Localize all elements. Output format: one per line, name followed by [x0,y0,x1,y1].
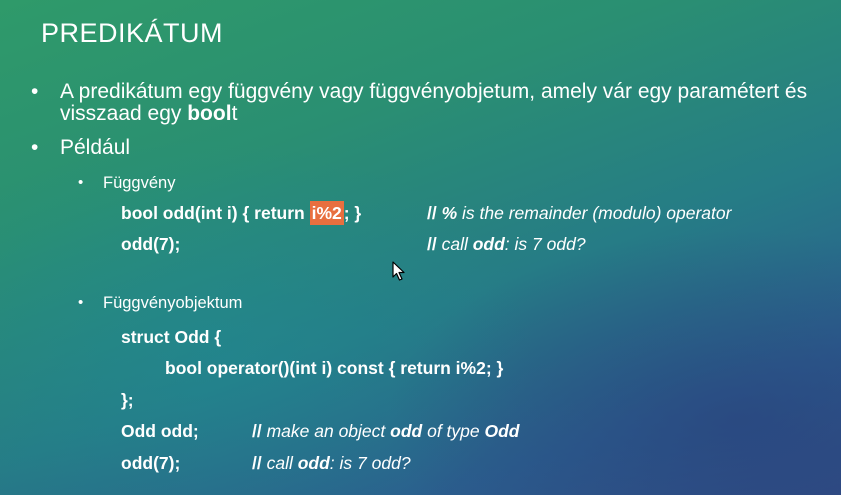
definition-suffix: t [231,102,238,125]
comment-text: call [441,234,473,254]
slide-title: PREDIKÁTUM [41,18,224,48]
highlighted-code: i%2 [309,201,344,225]
comment-slashes: // [427,203,442,223]
comment-text: of type [422,421,485,441]
code-line-struct-end: }; [121,390,134,410]
comment-text: is the remainder (modulo) operator [457,203,732,223]
code-text: bool odd(int i) { return [121,203,310,223]
code-line-call-odd-object: odd(7); [121,453,181,473]
comment-text: : is 7 odd? [329,453,411,473]
bullet-example-text: Például [60,136,131,159]
code-line-odd-function: bool odd(int i) { return i%2; } [121,201,362,225]
definition-text: A predikátum egy függvény vagy függvényo… [60,80,808,125]
code-comment-make-object: // make an object odd of type Odd [252,421,519,442]
code-comment-call-object: // call odd: is 7 odd? [252,453,411,474]
comment-bold: odd [297,453,330,473]
code-comment-call: // call odd: is 7 odd? [427,234,586,255]
sub-bullet-function-text: Függvény [103,174,176,192]
code-line-object-decl: Odd odd; [121,421,199,441]
sub-bullet-dot: • [78,174,84,191]
sub-bullet-dot: • [78,294,84,311]
mouse-pointer-icon [392,261,406,286]
bullet-dot: • [31,80,39,103]
comment-text: : is 7 odd? [504,234,586,254]
comment-bold: odd [390,421,423,441]
comment-text: make an object [266,421,391,441]
comment-slashes: // [252,453,267,473]
code-line-call-odd: odd(7); [121,234,181,254]
comment-bold: Odd [484,421,520,441]
code-line-struct: struct Odd { [121,327,222,347]
comment-bold: odd [472,234,505,254]
comment-bold: % [441,203,458,223]
definition-bool: bool [187,102,232,125]
bullet-dot: • [31,136,39,159]
slide: PREDIKÁTUM • A predikátum egy függvény v… [0,0,841,495]
comment-slashes: // [252,421,267,441]
code-comment-modulo: // % is the remainder (modulo) operator [427,203,731,224]
code-text: ; } [343,203,362,223]
sub-bullet-function-object-text: Függvényobjektum [103,294,243,312]
comment-slashes: // [427,234,442,254]
bullet-definition-text: A predikátum egy függvény vagy függvényo… [60,81,820,125]
comment-text: call [266,453,298,473]
code-line-operator: bool operator()(int i) const { return i%… [165,358,504,378]
